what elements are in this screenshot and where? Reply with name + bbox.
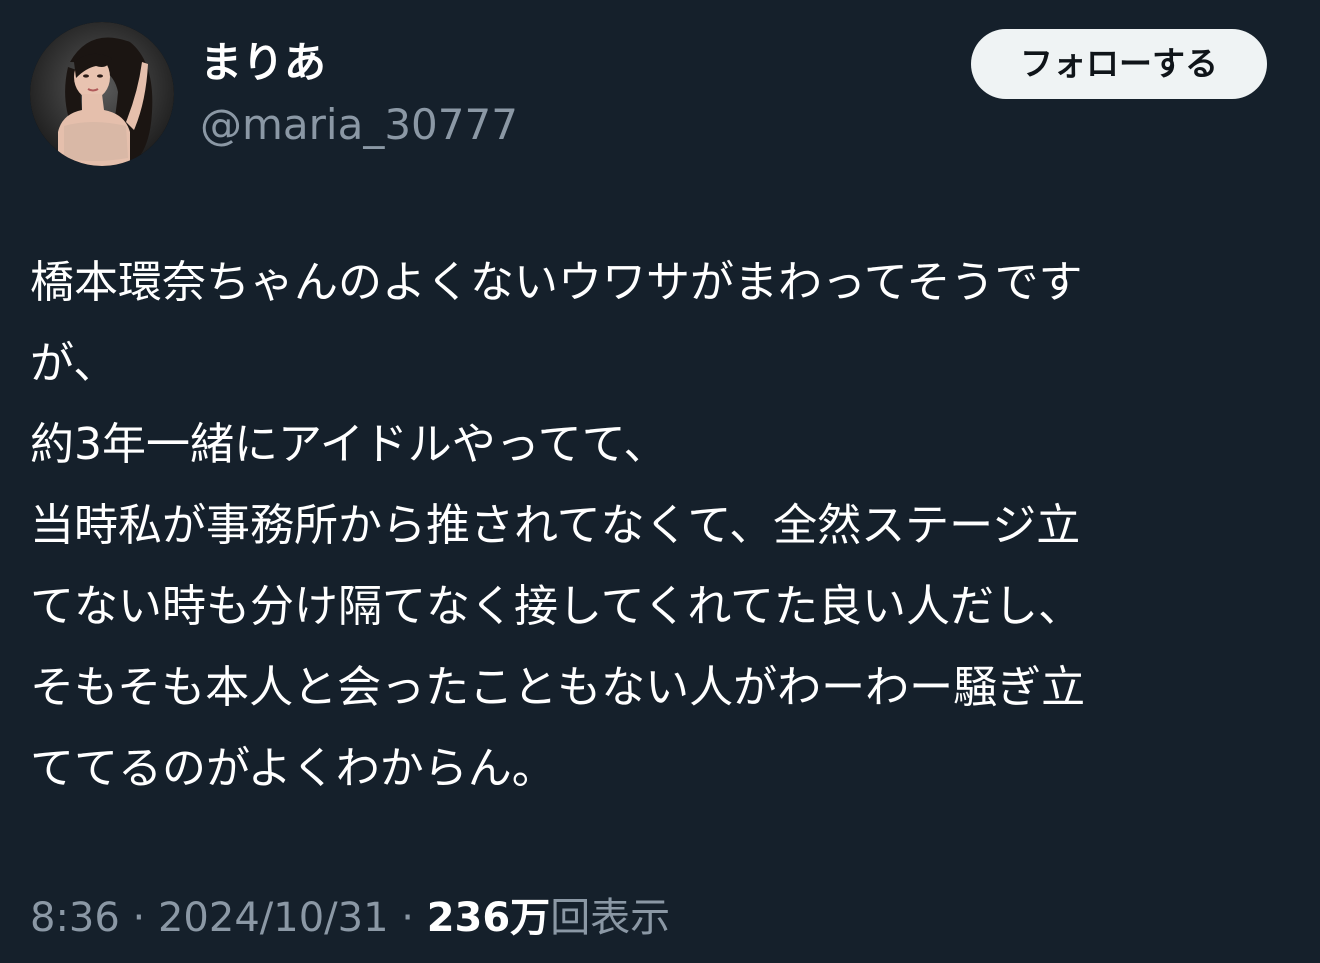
tweet-author[interactable]: まりあ @maria_30777 — [200, 38, 518, 150]
meta-separator: · — [119, 895, 158, 941]
tweet-meta: 8:36 · 2024/10/31 · 236万回表示 — [30, 890, 670, 946]
tweet-line: 橋本環奈ちゃんのよくないウワサがまわってそうです — [30, 257, 1083, 308]
views-count[interactable]: 236万 — [427, 895, 551, 941]
tweet-time[interactable]: 8:36 — [30, 895, 120, 941]
avatar-photo — [30, 22, 174, 166]
author-display-name[interactable]: まりあ — [200, 38, 518, 88]
tweet-line: ててるのがよくわからん。 — [30, 743, 556, 794]
author-handle[interactable]: @maria_30777 — [200, 100, 518, 150]
avatar[interactable] — [30, 22, 174, 166]
tweet-line: そもそも本人と会ったこともない人がわーわー騒ぎ立 — [30, 662, 1086, 713]
meta-separator: · — [388, 895, 427, 941]
tweet-line: 当時私が事務所から推されてなくて、全然ステージ立 — [30, 500, 1081, 551]
tweet-date[interactable]: 2024/10/31 — [158, 895, 389, 941]
tweet-line: 約3年一緒にアイドルやってて、 — [30, 419, 668, 470]
tweet-text: 橋本環奈ちゃんのよくないウワサがまわってそうです が、 約3年一緒にアイドルやっ… — [30, 242, 1280, 809]
tweet-line: が、 — [30, 338, 118, 389]
tweet-line: てない時も分け隔てなく接してくれてた良い人だし、 — [30, 581, 1083, 632]
views-label: 回表示 — [550, 895, 671, 941]
follow-button[interactable]: フォローする — [971, 29, 1267, 99]
